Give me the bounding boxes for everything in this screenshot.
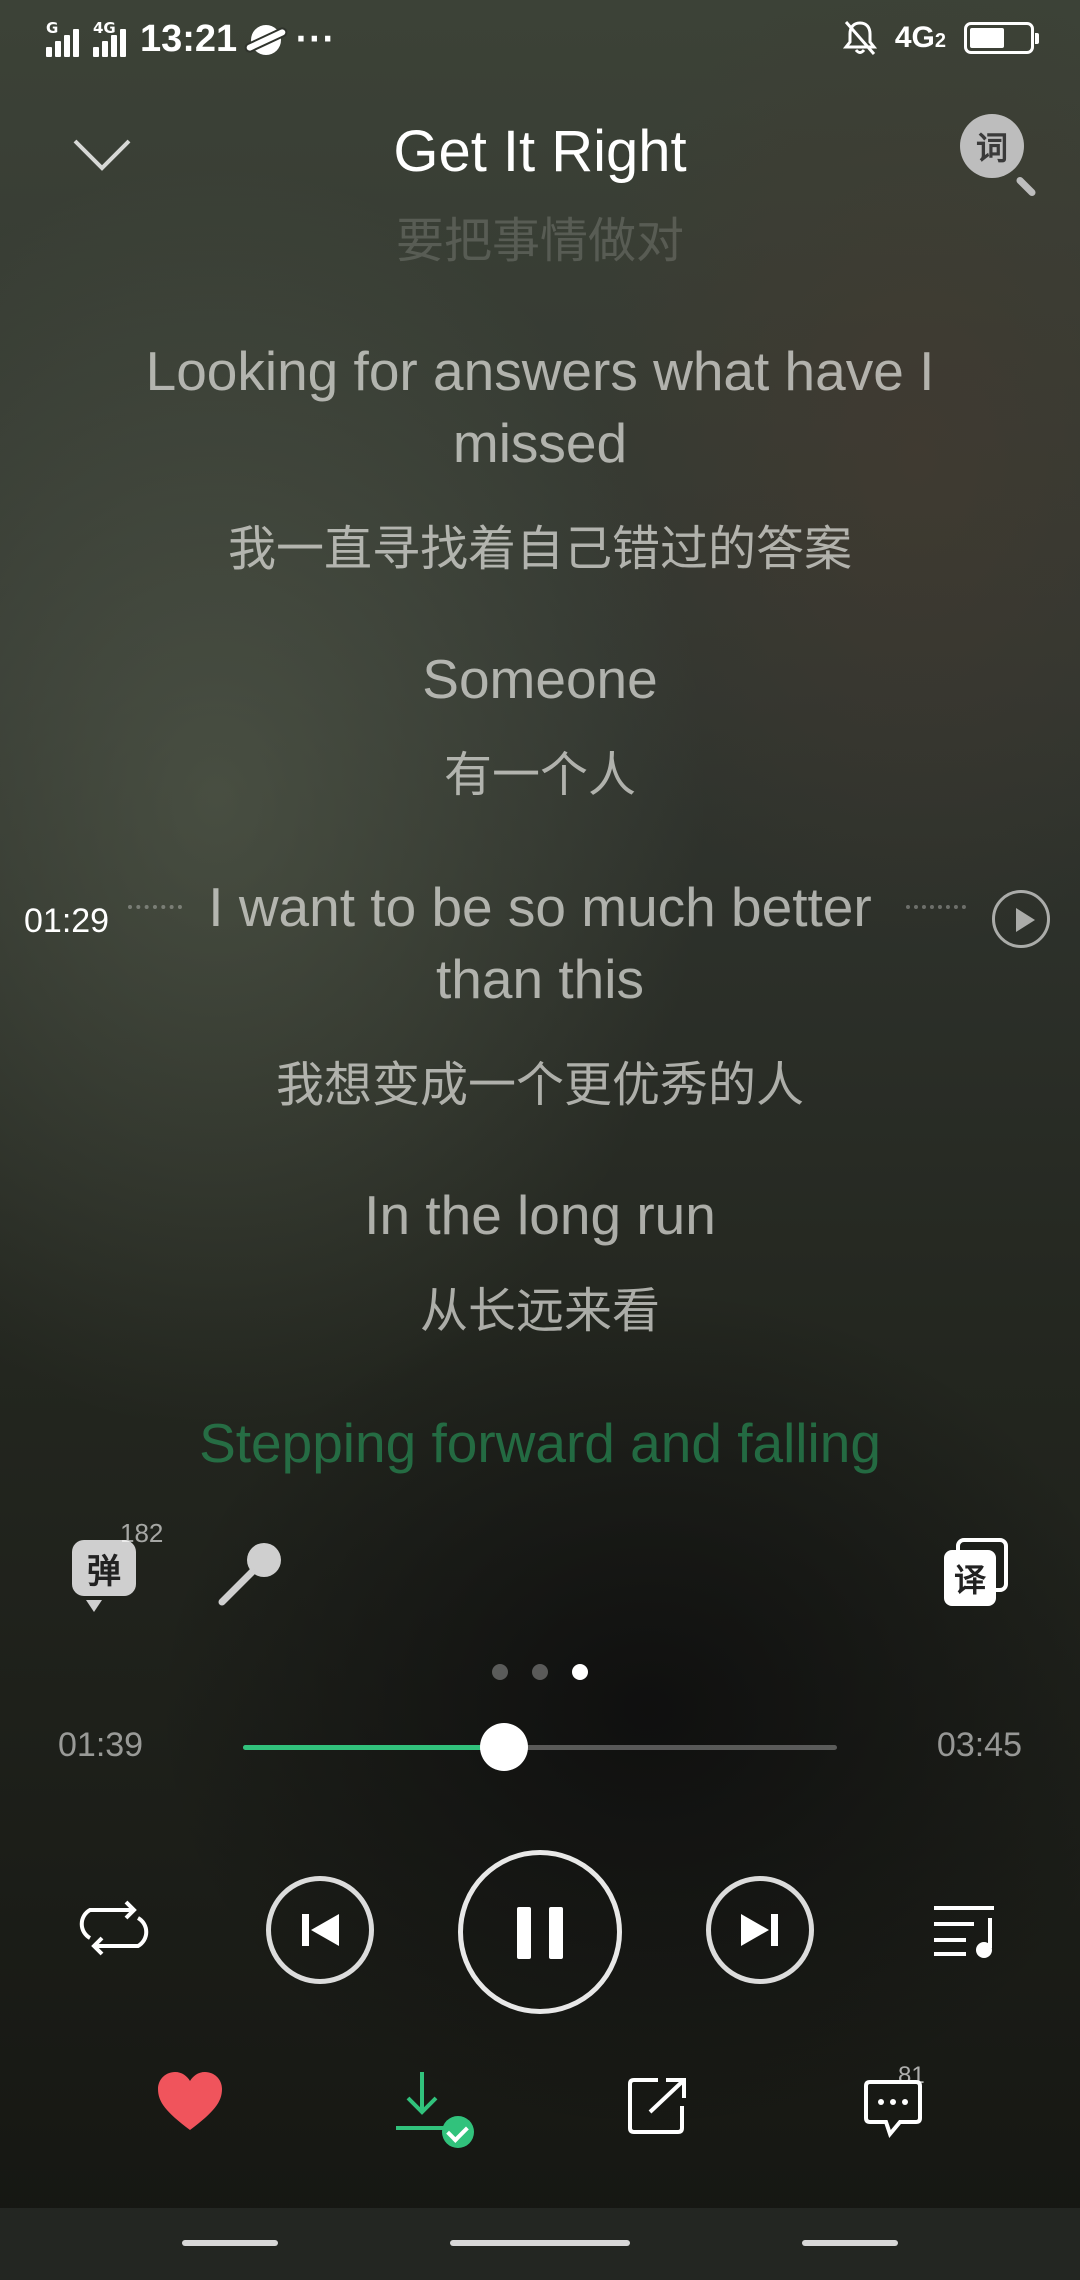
network-type: 4G2 (894, 21, 946, 54)
lyric-line: Someone (422, 648, 658, 710)
nav-home-button[interactable] (450, 2240, 630, 2246)
lyric-scrub-time: 01:29 (24, 902, 110, 940)
karaoke-button[interactable] (214, 1536, 288, 1610)
planet-app-icon (251, 24, 282, 55)
share-icon (628, 2078, 686, 2134)
download-button[interactable] (392, 2068, 474, 2148)
nav-back-button[interactable] (802, 2240, 898, 2246)
lyric-search-icon: 词 (960, 114, 1024, 178)
battery-icon (964, 22, 1039, 54)
lyric-translation: 有一个人 (443, 747, 636, 803)
elapsed-time: 01:39 (58, 1726, 144, 1764)
sim1-network-tag: G (46, 18, 59, 37)
translate-icon: 译 (944, 1550, 996, 1606)
system-nav-bar (0, 2208, 1080, 2280)
share-button[interactable] (628, 2076, 688, 2136)
like-button[interactable] (156, 2070, 224, 2134)
current-lyric-line: Stepping forward and falling (199, 1412, 881, 1474)
clock: 13:21 (140, 18, 238, 60)
lyric-search-button[interactable]: 词 (960, 114, 1037, 198)
scrub-guide-right (906, 905, 966, 909)
playlist-icon (934, 1906, 994, 1958)
repeat-icon (79, 1900, 149, 1956)
page-dot-active[interactable] (572, 1664, 588, 1680)
total-time: 03:45 (936, 1726, 1022, 1764)
page-indicator (0, 1664, 1080, 1680)
comment-count: 81 (898, 2062, 925, 2089)
signal-sim1-icon: G (46, 18, 79, 57)
previous-button[interactable] (266, 1876, 374, 1984)
nav-menu-button[interactable] (182, 2240, 278, 2246)
status-bar: G 4G 13:21 ··· 4G2 (0, 0, 1080, 84)
progress-played (243, 1745, 505, 1750)
previous-icon (302, 1914, 339, 1946)
playlist-button[interactable] (930, 1900, 1004, 1960)
lyric-translation: 从长远来看 (419, 1283, 660, 1339)
play-from-lyric-button[interactable] (992, 890, 1050, 948)
pause-button[interactable] (458, 1850, 622, 2014)
page-dot[interactable] (492, 1664, 508, 1680)
microphone-icon (218, 1543, 281, 1606)
lyric-line: 要把事情做对 (395, 213, 684, 269)
scrub-guide-left (128, 905, 182, 909)
lyric-line: I want to be so much better than this (208, 876, 872, 1010)
lyric-translation: 我一直寻找着自己错过的答案 (227, 521, 852, 577)
danmu-count: 182 (120, 1518, 164, 1548)
repeat-button[interactable] (76, 1898, 152, 1958)
downloaded-check-icon (442, 2116, 474, 2148)
more-notifications-icon: ··· (295, 22, 336, 57)
lyric-translation: 我想变成一个更优秀的人 (275, 1057, 804, 1113)
lyric-line: In the long run (364, 1184, 716, 1246)
next-button[interactable] (706, 1876, 814, 1984)
lyric-line: Looking for answers what have I missed (145, 340, 935, 474)
song-title: Get It Right (393, 119, 687, 184)
silent-bell-icon (842, 21, 877, 55)
player-header: Get It Right 词 (0, 100, 1080, 210)
progress-slider[interactable] (243, 1723, 837, 1771)
page-dot[interactable] (532, 1664, 548, 1680)
progress-thumb[interactable] (480, 1723, 529, 1771)
danmu-button[interactable]: 弹 (72, 1540, 138, 1612)
sim2-network-tag: 4G (93, 18, 116, 37)
next-icon (741, 1914, 778, 1946)
translate-button[interactable]: 译 (940, 1538, 1010, 1608)
heart-icon (158, 2072, 222, 2130)
signal-sim2-icon: 4G (93, 18, 126, 57)
